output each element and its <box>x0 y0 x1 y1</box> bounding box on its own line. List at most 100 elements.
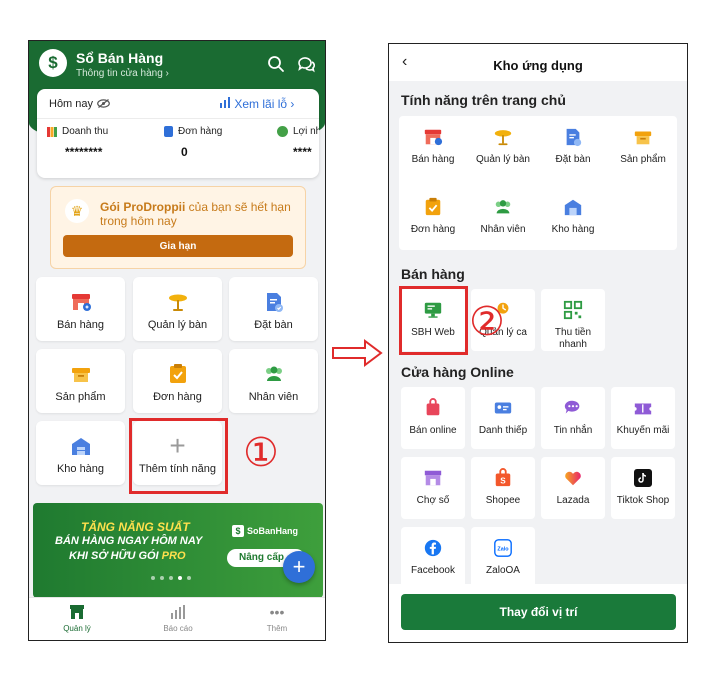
tile-label: Đơn hàng <box>153 391 202 403</box>
booking-icon <box>562 126 584 148</box>
table-icon <box>167 291 189 313</box>
crown-icon: ♛ <box>65 199 89 223</box>
app-danh-thiep[interactable]: Danh thiếp <box>471 387 535 449</box>
hide-values-eye-icon[interactable] <box>97 99 110 111</box>
app-dat-ban[interactable]: Đặt bàn <box>541 116 605 178</box>
banner-line-3: KHI SỞ HỮU GÓI PRO <box>69 550 186 562</box>
nav-quan-ly[interactable]: Quản lý <box>47 604 107 633</box>
highlight-sbh-web <box>399 286 468 355</box>
table-icon <box>492 126 514 148</box>
tile-san-pham[interactable]: Sản phẩm <box>36 349 125 413</box>
app-tin-nhan[interactable]: Tin nhắn <box>541 387 605 449</box>
app-kho-hang[interactable]: Kho hàng <box>541 186 605 248</box>
lazada-heart-icon <box>562 467 584 489</box>
coupon-ticket-icon <box>632 397 654 419</box>
app-san-pham[interactable]: Sản phẩm <box>611 116 675 178</box>
today-label: Hôm nay <box>49 98 94 110</box>
search-icon[interactable] <box>267 55 285 78</box>
profit-report-link[interactable]: Xem lãi lỗ › <box>219 97 294 111</box>
store-name[interactable]: Sổ Bán Hàng <box>76 50 163 66</box>
tile-kho-hang[interactable]: Kho hàng <box>36 421 125 485</box>
orders-stat[interactable]: Đơn hàng 0 <box>164 126 274 159</box>
add-fab-button[interactable]: + <box>283 551 315 583</box>
product-box-icon <box>70 363 92 385</box>
app-label: Chợ số <box>416 495 450 506</box>
tile-dat-ban[interactable]: Đặt bàn <box>229 277 318 341</box>
nav-label: Báo cáo <box>163 624 193 633</box>
staff-icon <box>492 196 514 218</box>
chat-icon[interactable] <box>297 55 316 78</box>
app-facebook[interactable]: Facebook <box>401 527 465 589</box>
nav-bao-cao[interactable]: Báo cáo <box>148 604 208 633</box>
renew-button[interactable]: Gia hạn <box>63 235 293 257</box>
tile-label: Đặt bàn <box>254 319 293 331</box>
banner-line-2: BÁN HÀNG NGAY HÔM NAY <box>55 535 203 547</box>
tiktok-icon <box>632 467 654 489</box>
tile-nhan-vien[interactable]: Nhân viên <box>229 349 318 413</box>
app-label: Tin nhắn <box>553 425 593 436</box>
app-label: Khuyến mãi <box>616 425 670 436</box>
tile-quan-ly-ban[interactable]: Quản lý bàn <box>133 277 222 341</box>
app-label: Tiktok Shop <box>616 495 670 506</box>
app-khuyen-mai[interactable]: Khuyến mãi <box>611 387 675 449</box>
app-label: Facebook <box>411 565 455 576</box>
section-title-home: Tính năng trên trang chủ <box>401 92 566 108</box>
upgrade-promo-banner[interactable]: TĂNG NĂNG SUẤT BÁN HÀNG NGAY HÔM NAY KHI… <box>33 503 323 598</box>
profit-coin-icon <box>277 126 288 137</box>
app-lazada[interactable]: Lazada <box>541 457 605 519</box>
order-clipboard-icon <box>167 363 189 385</box>
app-ban-online[interactable]: Bán online <box>401 387 465 449</box>
revenue-stat[interactable]: Doanh thu ******** <box>47 126 157 159</box>
banner-pro-word: PRO <box>161 550 186 562</box>
nav-them[interactable]: ••• Thêm <box>247 604 307 633</box>
bottom-navigation: Quản lý Báo cáo ••• Thêm <box>29 597 325 640</box>
app-zalo-oa[interactable]: Zalo ZaloOA <box>471 527 535 589</box>
banner-logo-text: SoBanHang <box>247 526 299 536</box>
app-shopee[interactable]: S Shopee <box>471 457 535 519</box>
tile-label: Nhân viên <box>248 391 299 403</box>
app-label: Shopee <box>485 495 521 506</box>
tile-don-hang[interactable]: Đơn hàng <box>133 349 222 413</box>
section-title-sales: Bán hàng <box>401 266 465 282</box>
orders-label: Đơn hàng <box>178 126 223 137</box>
step-1-marker: ① <box>243 431 279 475</box>
revenue-value: ******** <box>65 145 103 159</box>
app-nhan-vien[interactable]: Nhân viên <box>471 186 535 248</box>
store-icon <box>70 291 92 313</box>
store-info-link[interactable]: Thông tin cửa hàng › <box>76 68 169 79</box>
tile-label: Quản lý bàn <box>147 319 208 331</box>
home-screen: $ Sổ Bán Hàng Thông tin cửa hàng › Hôm n… <box>28 40 326 641</box>
app-tiktok-shop[interactable]: Tiktok Shop <box>611 457 675 519</box>
more-dots-icon: ••• <box>269 604 285 620</box>
app-label: Đặt bàn <box>555 154 591 165</box>
app-label: Bán online <box>409 425 457 436</box>
store-nav-icon <box>47 604 107 620</box>
profit-stat[interactable]: Lợi nhuận **** <box>277 126 319 159</box>
tile-label: Sản phẩm <box>55 391 106 403</box>
profit-label: Lợi nhuận <box>293 126 319 137</box>
plan-expiry-notice: ♛ Gói ProDroppii của bạn sẽ hết hạn tron… <box>50 186 306 269</box>
app-label: Quản lý bàn <box>476 154 530 165</box>
highlight-add-feature <box>129 418 228 494</box>
app-cho-so[interactable]: Chợ số <box>401 457 465 519</box>
tile-ban-hang[interactable]: Bán hàng <box>36 277 125 341</box>
change-position-button[interactable]: Thay đổi vị trí <box>401 594 676 630</box>
app-don-hang[interactable]: Đơn hàng <box>401 186 465 248</box>
message-bubble-icon <box>562 397 584 419</box>
divider <box>37 118 319 119</box>
warehouse-icon <box>70 435 92 457</box>
app-store-header: ‹ Kho ứng dụng <box>389 44 687 81</box>
app-store-screen: ‹ Kho ứng dụng Tính năng trên trang chủ … <box>388 43 688 643</box>
daily-stats-card: Hôm nay Xem lãi lỗ › Doanh thu ******** … <box>37 89 319 178</box>
profit-link-label: Xem lãi lỗ › <box>234 97 295 111</box>
app-ban-hang[interactable]: Bán hàng <box>401 116 465 178</box>
online-bag-icon <box>422 397 444 419</box>
transition-arrow-icon <box>331 339 383 372</box>
app-thu-tien-nhanh[interactable]: Thu tiền nhanh <box>541 289 605 351</box>
home-features-panel: Bán hàng Quản lý bàn Đặt bàn Sản phẩm Đơ… <box>399 116 677 250</box>
store-logo-icon[interactable]: $ <box>39 49 67 77</box>
step-2-marker: ② <box>469 300 505 344</box>
app-quan-ly-ban[interactable]: Quản lý bàn <box>471 116 535 178</box>
report-chart-icon <box>148 604 208 620</box>
warehouse-icon <box>562 196 584 218</box>
